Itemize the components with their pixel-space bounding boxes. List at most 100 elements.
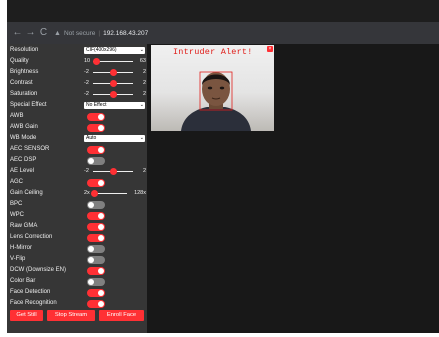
color-bar-toggle[interactable] (87, 277, 105, 286)
contrast-thumb[interactable] (109, 80, 117, 87)
stop-stream-button[interactable]: Stop Stream (47, 310, 95, 321)
setting-v-flip: V-Flip (7, 254, 147, 265)
face-recognition-label: Face Recognition (10, 300, 57, 306)
contrast-max: 2 (142, 80, 146, 86)
address-separator: | (98, 29, 101, 37)
setting-bpc: BPC (7, 199, 147, 210)
chevron-down-icon: ⌄ (139, 47, 144, 53)
agc-label: AGC (10, 179, 24, 185)
h-mirror-toggle[interactable] (87, 244, 105, 253)
gain-ceiling-max: 128x (134, 190, 146, 196)
url-text[interactable]: 192.168.43.207 (103, 30, 148, 37)
quality-max: 63 (139, 58, 146, 64)
agc-toggle[interactable] (87, 178, 105, 187)
back-arrow-icon[interactable]: ← (11, 25, 24, 41)
bpc-toggle[interactable] (87, 200, 105, 209)
ae-level-slider[interactable]: -2 2 (84, 166, 147, 177)
ae-level-label: AE Level (10, 168, 35, 174)
resolution-select[interactable]: CIF(400x296) ⌄ (84, 47, 145, 54)
quality-thumb[interactable] (93, 58, 101, 65)
setting-saturation: Saturation -2 2 (7, 89, 147, 100)
toggle-knob (98, 234, 104, 241)
setting-special-effect: Special Effect No Effect ⌄ (7, 100, 147, 111)
setting-awb-gain: AWB Gain (7, 122, 147, 133)
setting-contrast: Contrast -2 2 (7, 78, 147, 89)
h-mirror-label: H-Mirror (10, 245, 32, 251)
bpc-label: BPC (10, 201, 23, 207)
camera-web-page: Resolution CIF(400x296) ⌄ Quality 10 63 … (7, 44, 439, 333)
dcw-toggle[interactable] (87, 266, 105, 275)
camera-stream-frame: Intruder Alert! × (151, 45, 274, 131)
awb-gain-label: AWB Gain (10, 124, 38, 130)
quality-slider[interactable]: 10 63 (84, 56, 147, 67)
page-margin-left (0, 0, 7, 337)
raw-gma-label: Raw GMA (10, 223, 38, 229)
ae-level-thumb[interactable] (109, 168, 117, 175)
ae-level-track[interactable] (93, 168, 133, 175)
intruder-alert-text: Intruder Alert! (173, 47, 253, 57)
get-still-button[interactable]: Get Still (10, 310, 43, 321)
aec-sensor-toggle[interactable] (87, 145, 105, 154)
brightness-thumb[interactable] (109, 69, 117, 76)
wb-mode-select[interactable]: Auto ⌄ (84, 135, 145, 142)
special-effect-value: No Effect (86, 102, 107, 108)
saturation-min: -2 (84, 91, 89, 97)
setting-aec-dsp: AEC DSP (7, 155, 147, 166)
gain-ceiling-thumb[interactable] (90, 190, 98, 197)
awb-toggle[interactable] (87, 112, 105, 121)
raw-gma-toggle[interactable] (87, 222, 105, 231)
saturation-max: 2 (142, 91, 146, 97)
aec-sensor-label: AEC SENSOR (10, 146, 50, 152)
reload-icon[interactable]: C (37, 25, 50, 41)
resolution-value: CIF(400x296) (86, 47, 117, 53)
enroll-face-button[interactable]: Enroll Face (99, 310, 144, 321)
wb-mode-value: Auto (86, 135, 97, 141)
saturation-slider[interactable]: -2 2 (84, 89, 147, 100)
setting-aec-sensor: AEC SENSOR (7, 144, 147, 155)
warning-triangle-icon[interactable]: ▲ (54, 30, 61, 37)
setting-brightness: Brightness -2 2 (7, 67, 147, 78)
toggle-knob (88, 157, 94, 164)
face-recognition-toggle[interactable] (87, 299, 105, 308)
v-flip-label: V-Flip (10, 256, 26, 262)
toggle-knob (98, 223, 104, 230)
face-detection-toggle[interactable] (87, 288, 105, 297)
saturation-track[interactable] (93, 91, 133, 98)
browser-toolbar: ← → C ▲ Not secure | 192.168.43.207 (7, 22, 439, 44)
quality-track[interactable] (93, 58, 133, 65)
setting-awb: AWB (7, 111, 147, 122)
contrast-slider[interactable]: -2 2 (84, 78, 147, 89)
setting-face-detection: Face Detection (7, 287, 147, 298)
security-label: Not secure (63, 29, 96, 37)
setting-raw-gma: Raw GMA (7, 221, 147, 232)
wb-mode-label: WB Mode (10, 135, 37, 141)
wpc-toggle[interactable] (87, 211, 105, 220)
settings-panel: Resolution CIF(400x296) ⌄ Quality 10 63 … (7, 44, 147, 333)
special-effect-select[interactable]: No Effect ⌄ (84, 102, 145, 109)
gain-ceiling-track[interactable] (90, 190, 127, 197)
lens-correction-toggle[interactable] (87, 233, 105, 242)
awb-label: AWB (10, 113, 24, 119)
aec-dsp-label: AEC DSP (10, 157, 37, 163)
v-flip-toggle[interactable] (87, 255, 105, 264)
special-effect-label: Special Effect (10, 102, 47, 108)
contrast-track[interactable] (93, 80, 133, 87)
resolution-label: Resolution (10, 47, 39, 53)
toggle-knob (98, 113, 104, 120)
setting-lens-correction: Lens Correction (7, 232, 147, 243)
toggle-knob (98, 300, 104, 307)
dcw-label: DCW (Downsize EN) (10, 267, 67, 273)
awb-gain-toggle[interactable] (87, 123, 105, 132)
setting-resolution: Resolution CIF(400x296) ⌄ (7, 45, 147, 56)
forward-arrow-icon[interactable]: → (24, 25, 37, 41)
color-bar-label: Color Bar (10, 278, 36, 284)
gain-ceiling-slider[interactable]: 2x 128x (84, 188, 147, 199)
setting-quality: Quality 10 63 (7, 56, 147, 67)
aec-dsp-toggle[interactable] (87, 156, 105, 165)
brightness-slider[interactable]: -2 2 (84, 67, 147, 78)
saturation-thumb[interactable] (109, 91, 117, 98)
address-bar[interactable]: ▲ Not secure | 192.168.43.207 (54, 25, 148, 41)
setting-h-mirror: H-Mirror (7, 243, 147, 254)
close-stream-icon[interactable]: × (267, 46, 273, 52)
brightness-track[interactable] (93, 69, 133, 76)
